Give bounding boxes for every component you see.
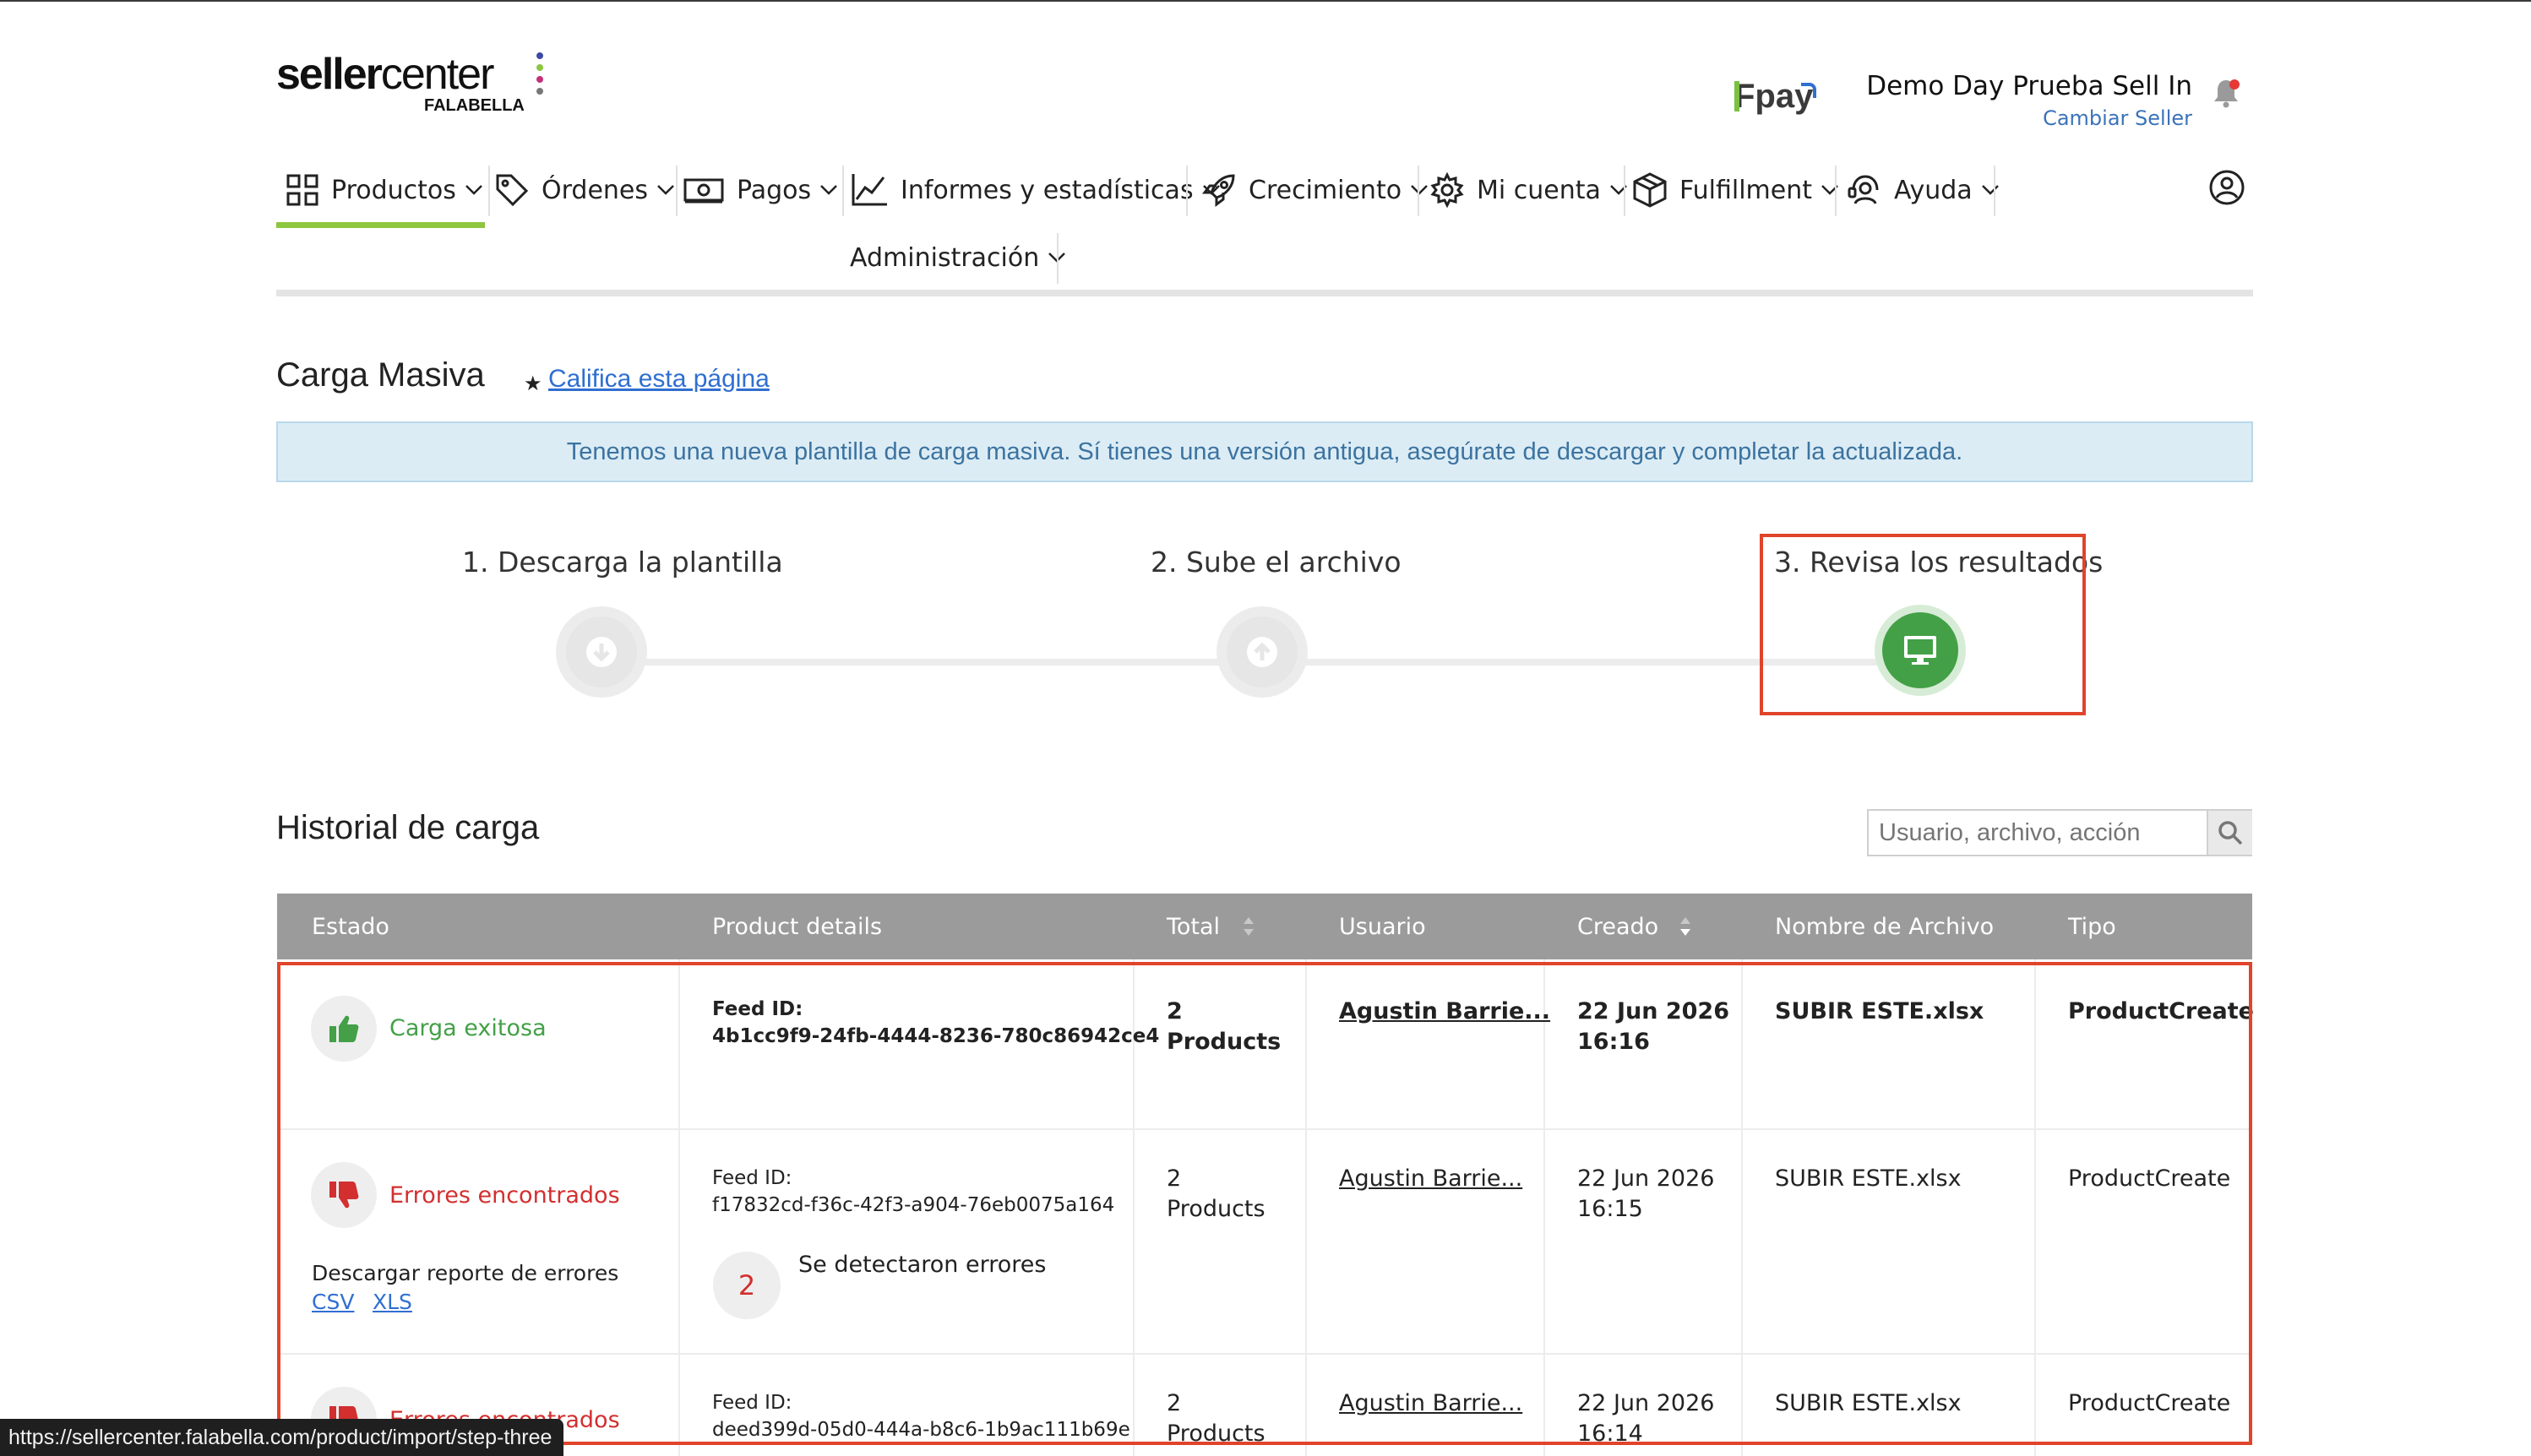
line-chart-icon — [850, 172, 889, 208]
logo-center: center — [380, 50, 495, 99]
nav-separator — [1835, 166, 1837, 216]
logo-falabella: FALABELLA — [424, 96, 525, 115]
annotation-box-step-3 — [1760, 534, 2086, 715]
nav-separator — [676, 166, 678, 216]
nav-label-pagos: Pagos — [737, 175, 812, 205]
nav-active-underline — [276, 222, 485, 228]
history-title: Historial de carga — [276, 809, 540, 846]
nav-label-productos: Productos — [331, 175, 456, 205]
help-agent-icon — [1847, 173, 1882, 207]
col-header-tipo: Tipo — [2068, 894, 2116, 959]
rocket-icon — [1201, 172, 1237, 208]
switch-seller-link[interactable]: Cambiar Seller — [2043, 106, 2192, 130]
nav-ordenes[interactable]: Órdenes — [494, 160, 675, 220]
arrow-up-icon — [1247, 637, 1277, 667]
col-header-estado: Estado — [312, 894, 389, 959]
rate-page-link[interactable]: Califica esta página — [548, 365, 770, 394]
step-1-button[interactable] — [556, 606, 647, 698]
chevron-down-icon — [465, 184, 483, 196]
annotation-box-table — [277, 962, 2252, 1445]
nav-informes[interactable]: Informes y estadísticas — [850, 160, 1221, 220]
fpay-corner-mark — [1801, 83, 1816, 98]
col-header-usuario: Usuario — [1339, 894, 1426, 959]
page-title: Carga Masiva — [276, 356, 485, 394]
nav-productos[interactable]: Productos — [286, 160, 483, 220]
cash-icon — [683, 176, 725, 204]
info-banner: Tenemos una nueva plantilla de carga mas… — [276, 421, 2253, 482]
chevron-down-icon — [819, 184, 838, 196]
nav-separator — [842, 166, 844, 216]
nav-separator — [1186, 166, 1188, 216]
nav-mi-cuenta[interactable]: Mi cuenta — [1429, 160, 1628, 220]
arrow-down-icon — [586, 637, 617, 667]
info-banner-text: Tenemos una nueva plantilla de carga mas… — [566, 437, 1963, 465]
search-button[interactable] — [2207, 811, 2252, 855]
nav-pagos[interactable]: Pagos — [683, 160, 838, 220]
nav-separator — [1994, 166, 1995, 216]
nav-label-informes: Informes y estadísticas — [901, 175, 1194, 205]
nav-separator — [1057, 233, 1059, 284]
nav-label-ordenes: Órdenes — [542, 175, 649, 205]
nav-bottom-divider — [276, 290, 2253, 296]
history-search-input[interactable] — [1869, 811, 2207, 855]
bell-icon[interactable] — [2212, 78, 2240, 108]
fpay-f-accent — [1734, 81, 1739, 111]
step-2-inner — [1227, 617, 1298, 687]
search-icon — [2218, 821, 2243, 845]
col-header-product-details-label: Product details — [712, 913, 883, 940]
logo-dots — [536, 52, 545, 95]
sort-icon — [1244, 917, 1255, 936]
step-2-label: 2. Sube el archivo — [1151, 546, 1402, 579]
logo[interactable]: sellercenter FALABELLA — [276, 49, 555, 118]
col-header-product-details: Product details — [712, 894, 882, 959]
chevron-down-icon — [1981, 184, 2000, 196]
box-icon — [1632, 171, 1668, 209]
col-header-nombre-archivo: Nombre de Archivo — [1775, 894, 1994, 959]
gear-icon — [1429, 172, 1465, 208]
nav-separator — [1418, 166, 1419, 216]
star-icon: ★ — [524, 372, 542, 395]
nav-fulfillment[interactable]: Fulfillment — [1632, 160, 1839, 220]
sort-desc-icon — [1680, 917, 1691, 936]
nav-label-mi-cuenta: Mi cuenta — [1477, 175, 1601, 205]
col-header-total[interactable]: Total — [1167, 894, 1255, 959]
chevron-down-icon — [1410, 184, 1429, 196]
window-top-border — [0, 0, 2531, 2]
col-header-total-label: Total — [1167, 913, 1221, 940]
nav-label-ayuda: Ayuda — [1894, 175, 1973, 205]
step-1-inner — [566, 617, 637, 687]
tag-icon — [494, 172, 530, 208]
col-header-creado-label: Creado — [1577, 913, 1659, 940]
nav-separator — [488, 166, 490, 216]
status-bar-url: https://sellercenter.falabella.com/produ… — [0, 1419, 564, 1456]
status-bar-url-text: https://sellercenter.falabella.com/produ… — [8, 1425, 552, 1449]
nav-label-crecimiento: Crecimiento — [1249, 175, 1402, 205]
col-header-usuario-label: Usuario — [1339, 913, 1426, 940]
step-2-button[interactable] — [1217, 606, 1308, 698]
col-header-nombre-archivo-label: Nombre de Archivo — [1775, 913, 1995, 940]
nav-administracion[interactable]: Administración — [850, 228, 1066, 287]
user-profile-icon[interactable] — [2208, 169, 2245, 206]
step-1-label: 1. Descarga la plantilla — [462, 546, 783, 579]
nav-separator — [1624, 166, 1625, 216]
nav-ayuda[interactable]: Ayuda — [1847, 160, 2000, 220]
col-header-creado[interactable]: Creado — [1577, 894, 1692, 959]
col-header-estado-label: Estado — [312, 913, 389, 940]
grid-icon — [286, 173, 319, 207]
nav-label-administracion: Administración — [850, 242, 1040, 273]
chevron-down-icon — [656, 184, 675, 196]
col-header-tipo-label: Tipo — [2068, 913, 2116, 940]
nav-label-fulfillment: Fulfillment — [1679, 175, 1812, 205]
history-search — [1867, 809, 2252, 856]
logo-seller: seller — [276, 50, 383, 99]
nav-crecimiento[interactable]: Crecimiento — [1201, 160, 1429, 220]
account-name: Demo Day Prueba Sell In — [1866, 71, 2192, 101]
